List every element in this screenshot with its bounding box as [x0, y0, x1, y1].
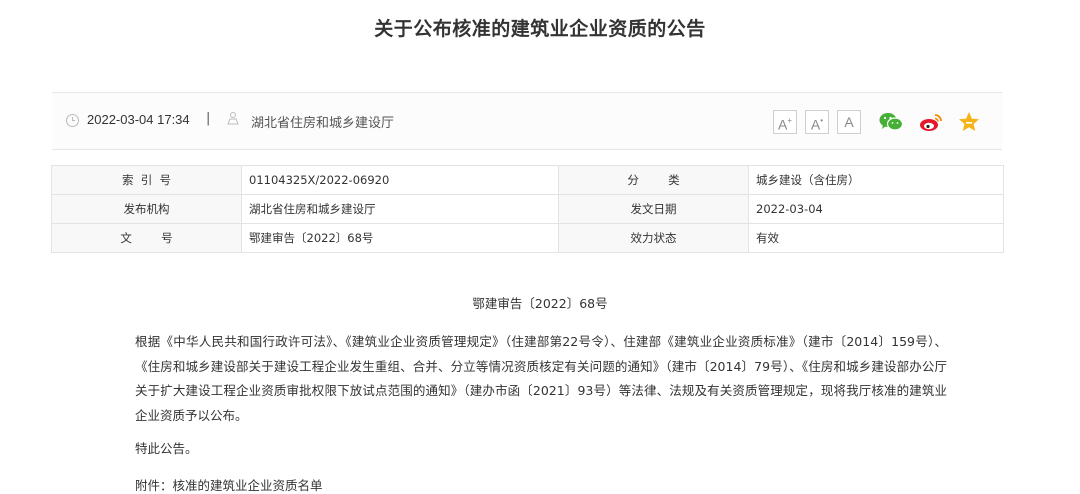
wechat-icon[interactable]: [878, 109, 904, 135]
table-row: 索 引 号 01104325X/2022-06920 分 类 城乡建设（含住房）: [51, 165, 1004, 195]
announcement-paragraph: 根据《中华人民共和国行政许可法》、《建筑业企业资质管理规定》（住建部第22号令）…: [135, 334, 947, 423]
page-title: 关于公布核准的建筑业企业资质的公告: [374, 18, 706, 40]
validity-status-label: 效力状态: [558, 223, 749, 253]
font-size-decrease-button[interactable]: A: [837, 110, 861, 134]
info-bar: 2022-03-04 17:34 | 湖北省住房和城乡建设厅 A+ A• A: [52, 92, 1002, 150]
category-label: 分 类: [558, 165, 749, 195]
document-metadata-table: 索 引 号 01104325X/2022-06920 分 类 城乡建设（含住房）…: [51, 165, 1004, 253]
closing-text: 特此公告。: [135, 441, 198, 456]
index-number-label: 索 引 号: [51, 165, 242, 195]
issue-date-value: 2022-03-04: [748, 194, 1004, 224]
organization-icon: [227, 112, 239, 125]
separator: |: [206, 111, 211, 126]
document-number-value: 鄂建审告〔2022〕68号: [241, 223, 559, 253]
issuing-agency-label: 发布机构: [51, 194, 242, 224]
favorite-star-icon[interactable]: [956, 109, 982, 135]
weibo-icon[interactable]: [918, 109, 944, 135]
table-row: 文 号 鄂建审告〔2022〕68号 效力状态 有效: [51, 223, 1004, 253]
issue-date-label: 发文日期: [558, 194, 749, 224]
issuing-agency-value: 湖北省住房和城乡建设厅: [241, 194, 559, 224]
category-value: 城乡建设（含住房）: [748, 165, 1004, 195]
table-row: 发布机构 湖北省住房和城乡建设厅 发文日期 2022-03-04: [51, 194, 1004, 224]
attachment-link[interactable]: 附件：核准的建筑业企业资质名单: [135, 475, 323, 494]
publishing-organization: 湖北省住房和城乡建设厅: [251, 116, 395, 131]
font-size-default-button[interactable]: A•: [805, 110, 829, 134]
clock-icon: [66, 114, 79, 127]
document-number-label: 文 号: [51, 223, 242, 253]
publish-date: 2022-03-04 17:34: [87, 112, 190, 127]
index-number-value: 01104325X/2022-06920: [241, 165, 559, 195]
font-size-increase-button[interactable]: A+: [773, 110, 797, 134]
document-number-heading: 鄂建审告〔2022〕68号: [472, 296, 608, 311]
validity-status-value: 有效: [748, 223, 1004, 253]
